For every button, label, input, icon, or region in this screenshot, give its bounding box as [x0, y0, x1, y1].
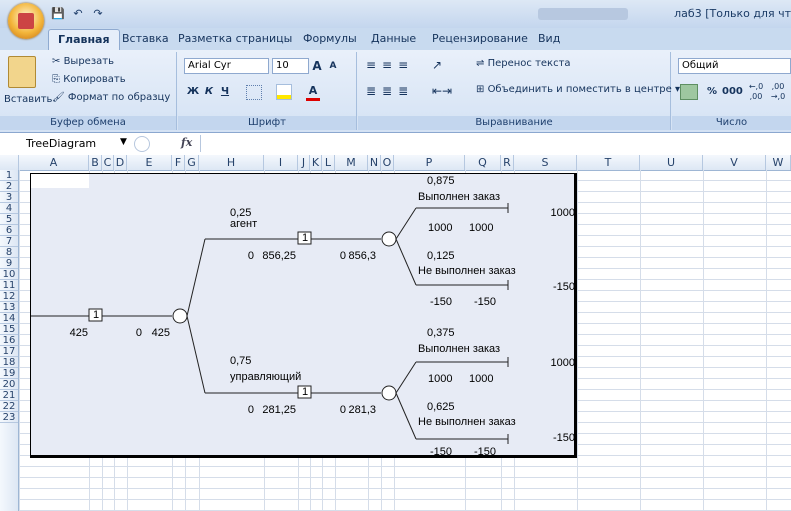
agent-zero: 0 — [247, 250, 254, 262]
root-value: 425 — [69, 327, 88, 339]
manager-done-diagonal — [395, 361, 417, 394]
manager-zero: 0 — [247, 404, 254, 416]
agent-fail-b: -150 — [474, 296, 497, 308]
agent-fail-label: Не выполнен заказ — [418, 265, 516, 277]
manager-value2: 281,3 — [348, 404, 376, 416]
decision-tree-lines — [31, 203, 509, 444]
agent-done-a: 1000 — [428, 222, 453, 234]
manager-value: 281,25 — [262, 404, 296, 416]
manager-done-a: 1000 — [428, 373, 453, 385]
manager-label: управляющий — [230, 371, 302, 383]
decision-number: 1 — [302, 232, 309, 244]
manager-done-label: Выполнен заказ — [418, 343, 501, 355]
manager-fail-a: -150 — [430, 446, 453, 458]
office-logo-icon — [18, 13, 34, 29]
manager-done-b: 1000 — [469, 373, 494, 385]
manager-fail-b: -150 — [474, 446, 497, 458]
decision-number: 1 — [302, 386, 309, 398]
chance-node-root — [172, 308, 188, 324]
manager-fail-payoff: -150 — [552, 432, 575, 444]
manager-fail-diagonal — [395, 392, 417, 440]
agent-fail-probability: 0,125 — [427, 250, 455, 262]
agent-done-b: 1000 — [469, 222, 494, 234]
root-result: 425 — [151, 327, 170, 339]
office-button[interactable] — [8, 3, 44, 39]
manager-done-payoff: 1000 — [550, 357, 575, 369]
agent-fail-payoff: -150 — [552, 281, 575, 293]
agent-done-label: Выполнен заказ — [418, 191, 501, 203]
manager-fail-probability: 0,625 — [427, 401, 455, 413]
manager-fail-label: Не выполнен заказ — [418, 416, 516, 428]
manager-diagonal — [186, 315, 206, 394]
decision-number: 1 — [93, 309, 100, 321]
agent-value2: 856,3 — [348, 250, 376, 262]
manager-probability: 0,75 — [230, 355, 252, 367]
manager-zero2: 0 — [339, 404, 346, 416]
agent-diagonal — [186, 238, 206, 317]
agent-fail-diagonal — [395, 238, 417, 286]
agent-label: агент — [230, 218, 258, 230]
agent-done-probability: 0,875 — [427, 175, 455, 187]
root-zero: 0 — [135, 327, 142, 339]
manager-done-probability: 0,375 — [427, 327, 455, 339]
agent-done-payoff: 1000 — [550, 207, 575, 219]
chance-node-manager — [381, 385, 397, 401]
agent-zero2: 0 — [339, 250, 346, 262]
chance-node-agent — [381, 231, 397, 247]
agent-value: 856,25 — [262, 250, 296, 262]
agent-fail-a: -150 — [430, 296, 453, 308]
agent-done-diagonal — [395, 207, 417, 240]
